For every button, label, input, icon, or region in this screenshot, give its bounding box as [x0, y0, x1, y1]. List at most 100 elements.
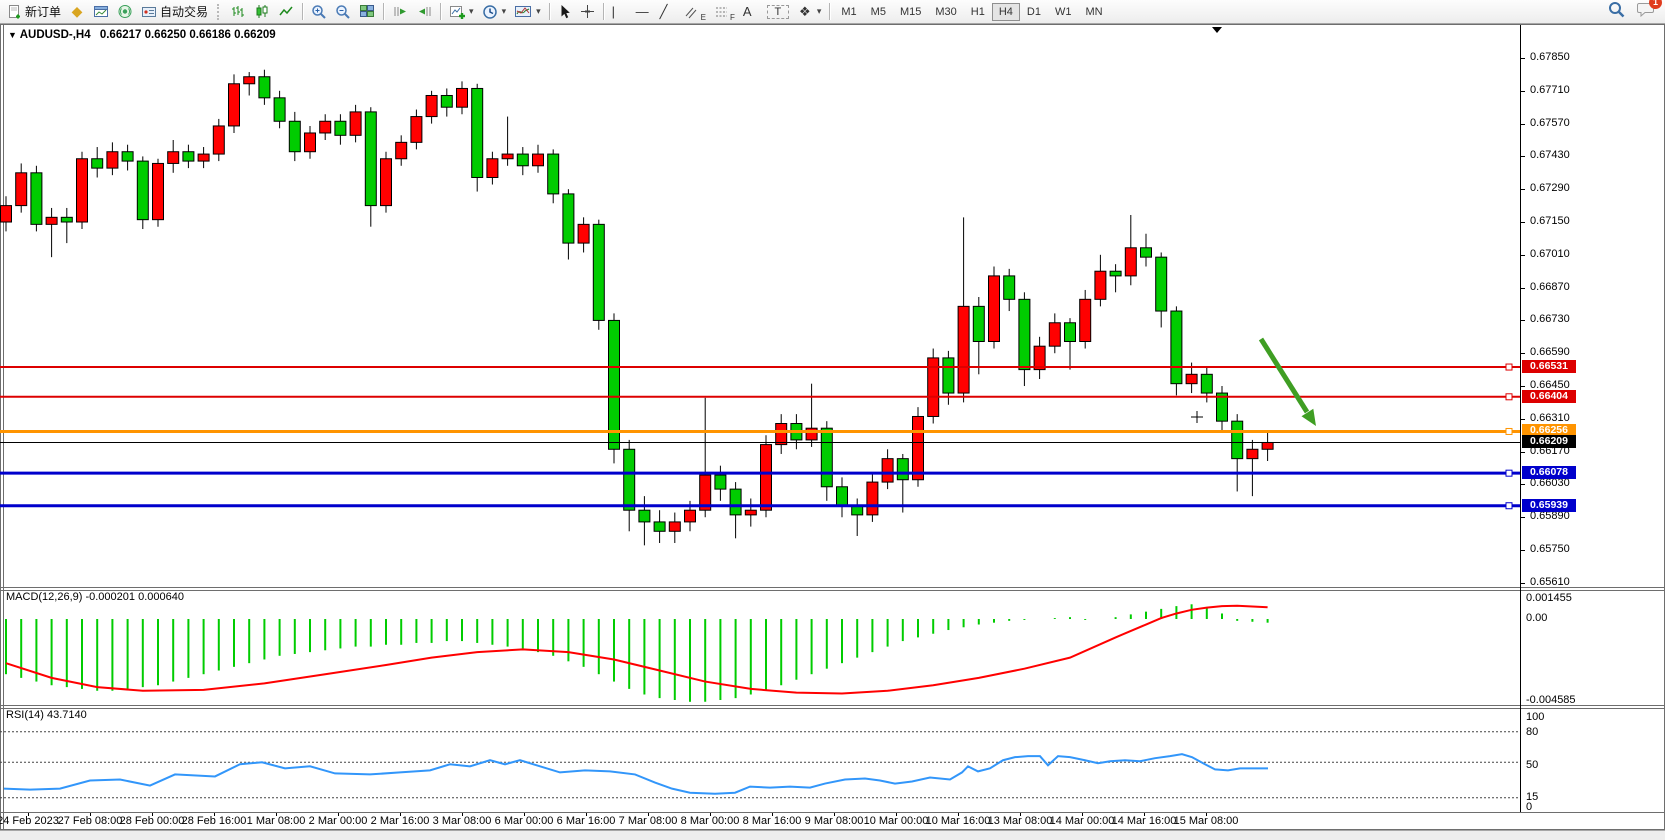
chart-ohlc-quotes: 0.66217 0.66250 0.66186 0.66209	[100, 29, 276, 41]
rsi-axis-label: 80	[1526, 726, 1538, 738]
rsi-label: RSI(14) 43.7140	[6, 709, 87, 721]
price-tick	[1521, 255, 1525, 256]
toolbar-right-group: 1	[1608, 1, 1655, 23]
macd-pane[interactable]	[0, 590, 1520, 705]
market-watch-button[interactable]	[89, 2, 113, 22]
price-tick	[1521, 583, 1525, 584]
chart-shift-icon	[416, 4, 432, 19]
channel-tool-button[interactable]: E	[680, 2, 710, 22]
line-chart-button[interactable]	[274, 2, 298, 22]
crosshair-tool-button[interactable]	[576, 2, 599, 22]
price-tick	[1521, 517, 1525, 518]
timeframe-h1-button[interactable]: H1	[964, 3, 992, 21]
frame-border	[0, 705, 1665, 706]
macd-axis-label: 0.00	[1526, 612, 1547, 624]
auto-trading-button[interactable]: 自动交易	[137, 2, 212, 22]
template-button[interactable]: ▾	[510, 2, 545, 22]
time-axis-label: 1 Mar 08:00	[247, 815, 306, 827]
time-axis-label: 28 Feb 16:00	[182, 815, 247, 827]
price-tick	[1521, 550, 1525, 551]
current-price-badge: 0.66209	[1522, 435, 1576, 448]
dropdown-arrow-icon: ▾	[817, 6, 822, 17]
bar-chart-button[interactable]	[226, 2, 250, 22]
vertical-line-icon: |	[612, 4, 615, 19]
cursor-tool-button[interactable]	[554, 2, 576, 22]
time-axis-label: 2 Mar 16:00	[371, 815, 430, 827]
new-order-button[interactable]: 新订单	[3, 2, 65, 22]
time-axis-label: 8 Mar 16:00	[743, 815, 802, 827]
text-tool-icon: A	[743, 4, 752, 19]
time-axis-label: 24 Feb 2023	[0, 815, 59, 827]
rsi-pane[interactable]	[0, 707, 1520, 812]
add-indicator-button[interactable]: ▾	[445, 2, 478, 22]
time-axis-label: 7 Mar 08:00	[619, 815, 678, 827]
chart-shift-button[interactable]	[412, 2, 436, 22]
arrows-tool-button[interactable]: ❖ ▾	[793, 2, 826, 22]
price-tick-label: 0.67570	[1530, 117, 1570, 129]
chart-symbol-period: AUDUSD-,H4	[20, 29, 91, 41]
timeframe-m1-button[interactable]: M1	[834, 3, 863, 21]
toolbar-separator	[383, 3, 384, 20]
price-tick	[1521, 320, 1525, 321]
channel-letter: E	[701, 13, 706, 22]
price-tick	[1521, 484, 1525, 485]
text-tool-button[interactable]: A	[739, 2, 763, 22]
price-pane[interactable]	[0, 25, 1520, 588]
label-tool-button[interactable]: T	[763, 2, 793, 22]
price-tick-label: 0.67430	[1530, 149, 1570, 161]
timeframe-h4-button[interactable]: H4	[992, 3, 1020, 21]
dropdown-arrow-icon: ▾	[502, 6, 507, 17]
chart-window-icon	[93, 4, 109, 19]
horizontal-line-tool-button[interactable]: —	[632, 2, 656, 22]
period-button[interactable]: ▾	[478, 2, 511, 22]
rsi-axis-label: 100	[1526, 711, 1544, 723]
notification-badge: 1	[1649, 0, 1662, 9]
macd-axis-label: 0.001455	[1526, 592, 1572, 604]
price-tick-label: 0.66730	[1530, 313, 1570, 325]
search-icon[interactable]	[1608, 1, 1625, 23]
time-axis-label: 27 Feb 08:00	[58, 815, 123, 827]
timeframe-m15-button[interactable]: M15	[893, 3, 928, 21]
dropdown-arrow-icon: ▾	[469, 6, 474, 17]
zoom-out-button[interactable]	[331, 2, 355, 22]
rsi-axis-label: 0	[1526, 801, 1532, 813]
template-icon	[514, 4, 532, 19]
toolbar-separator	[829, 3, 830, 20]
chart-title-marker-icon[interactable]: ▼	[8, 30, 17, 40]
fibonacci-tool-button[interactable]: F	[710, 2, 739, 22]
add-indicator-icon	[449, 4, 465, 19]
timeframe-m30-button[interactable]: M30	[928, 3, 963, 21]
time-axis-label: 10 Mar 00:00	[864, 815, 929, 827]
trendline-tool-button[interactable]: ╱	[656, 2, 680, 22]
price-tick-label: 0.67150	[1530, 215, 1570, 227]
time-axis-label: 2 Mar 00:00	[309, 815, 368, 827]
vertical-line-tool-button[interactable]: |	[608, 2, 632, 22]
rsi-axis-label: 50	[1526, 759, 1538, 771]
timeframe-w1-button[interactable]: W1	[1048, 3, 1079, 21]
signals-button[interactable]	[113, 2, 137, 22]
chart-title: ▼ AUDUSD-,H4 0.66217 0.66250 0.66186 0.6…	[8, 29, 276, 41]
time-axis-label: 8 Mar 00:00	[681, 815, 740, 827]
time-axis-label: 15 Mar 08:00	[1174, 815, 1239, 827]
time-axis-label: 9 Mar 08:00	[805, 815, 864, 827]
tile-windows-button[interactable]	[355, 2, 379, 22]
price-tick-label: 0.65890	[1530, 510, 1570, 522]
timeframe-mn-button[interactable]: MN	[1078, 3, 1109, 21]
price-tick-label: 0.67290	[1530, 182, 1570, 194]
line-chart-icon	[278, 4, 294, 19]
notifications-button[interactable]: 1	[1637, 1, 1655, 22]
macd-axis-label: -0.004585	[1526, 694, 1576, 706]
auto-scroll-button[interactable]	[388, 2, 412, 22]
timeframe-d1-button[interactable]: D1	[1020, 3, 1048, 21]
zoom-in-button[interactable]	[307, 2, 331, 22]
zoom-in-icon	[311, 4, 327, 20]
channel-icon	[684, 5, 700, 19]
favorites-button[interactable]: ◆	[65, 2, 89, 22]
status-strip	[0, 830, 1665, 840]
arrows-tool-icon: ❖	[797, 4, 813, 20]
timeframe-m5-button[interactable]: M5	[864, 3, 893, 21]
time-axis-label: 6 Mar 00:00	[495, 815, 554, 827]
candlestick-chart-button[interactable]	[250, 2, 274, 22]
toolbar-separator	[302, 3, 303, 20]
price-tick-label: 0.66030	[1530, 477, 1570, 489]
